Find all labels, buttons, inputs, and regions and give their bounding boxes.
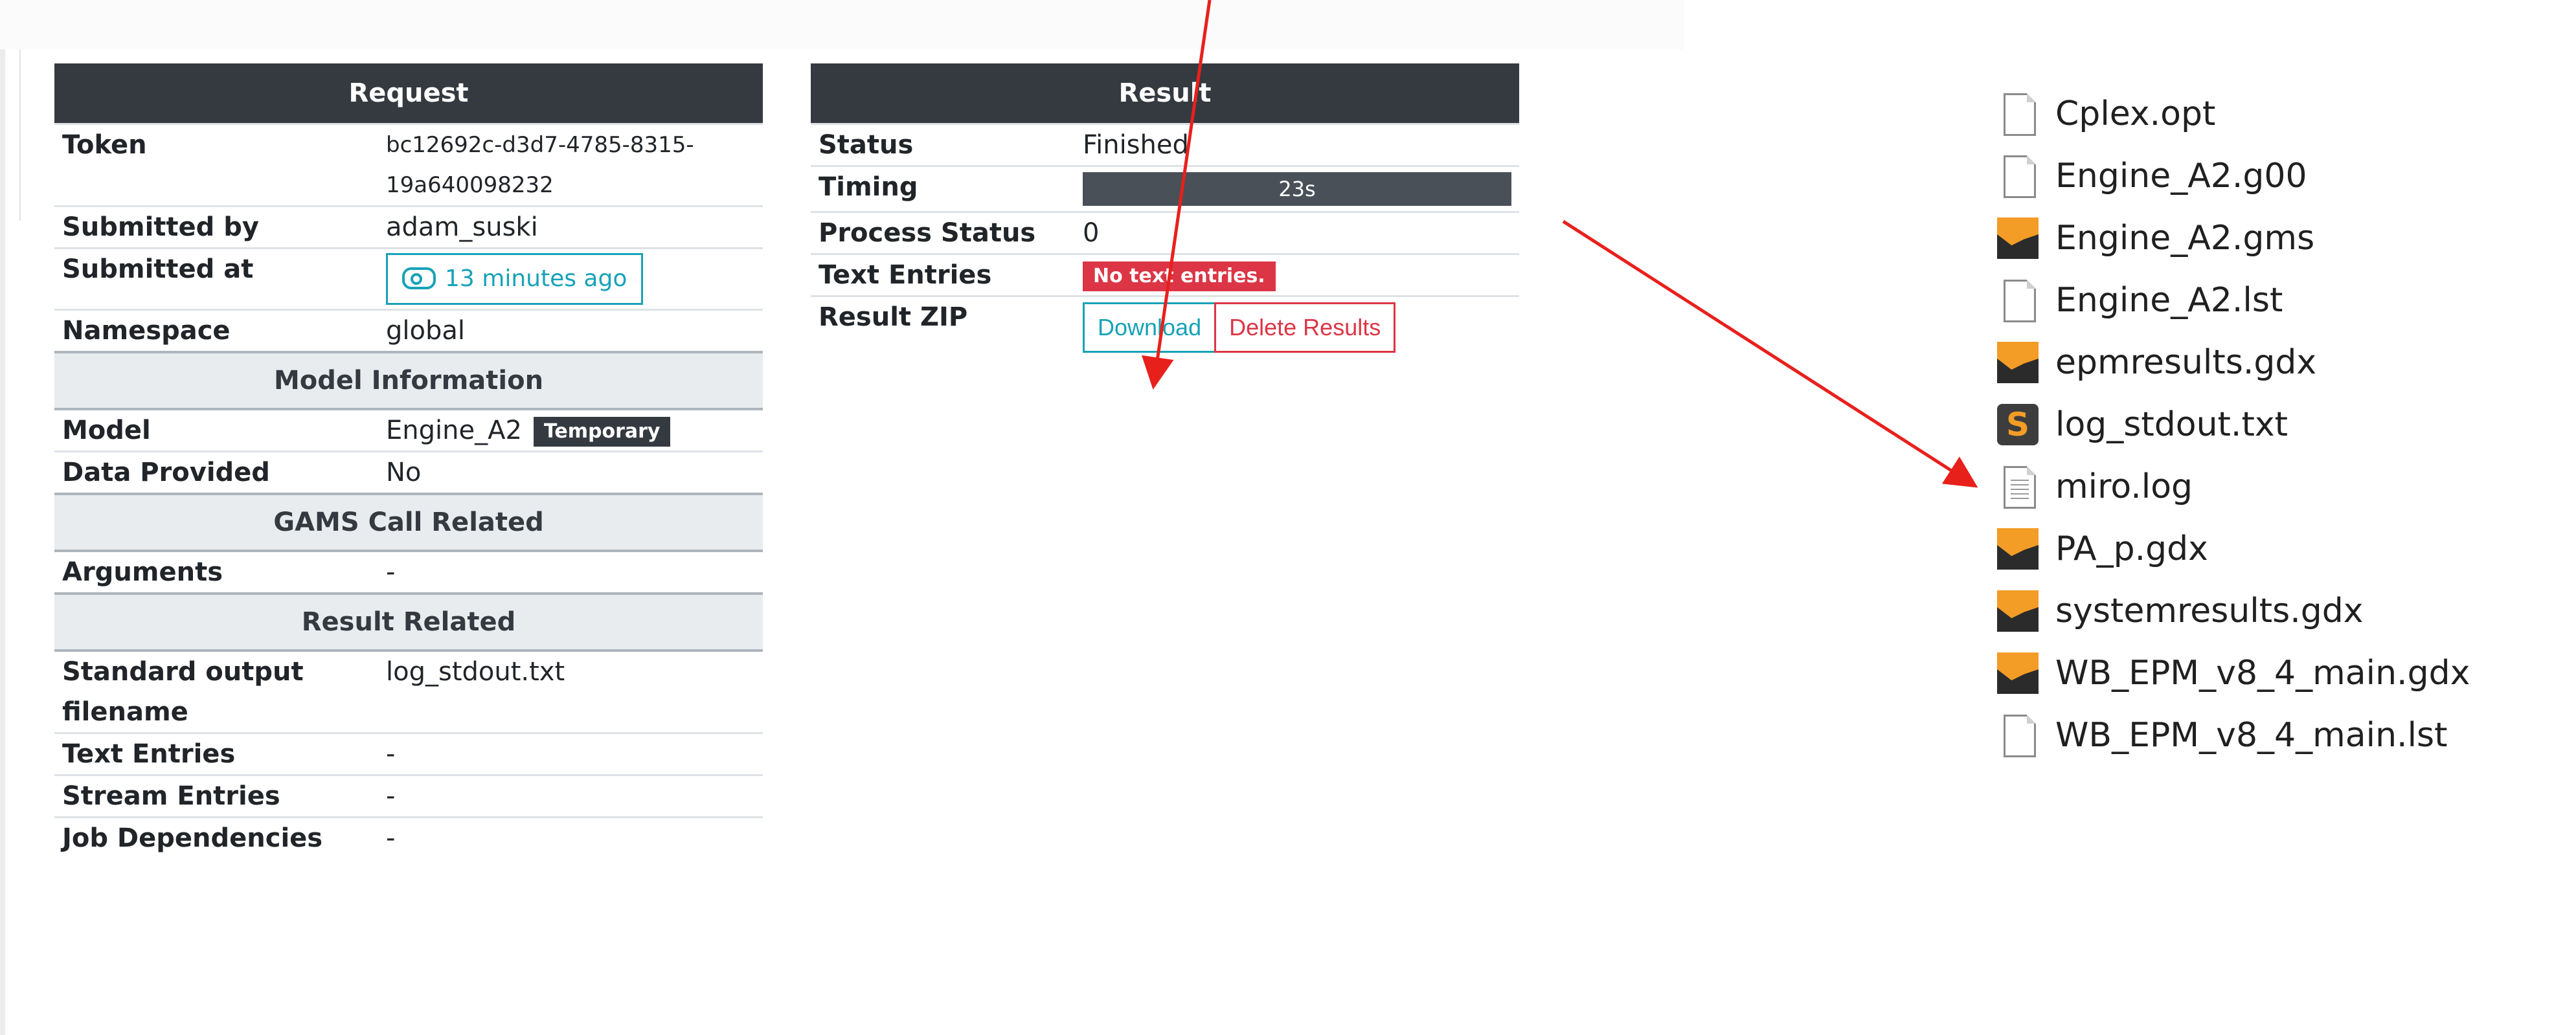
arrow-to-download	[1142, 0, 1212, 390]
arrow-to-file-list	[1562, 219, 1978, 488]
annotation-arrows	[1142, 0, 1978, 488]
